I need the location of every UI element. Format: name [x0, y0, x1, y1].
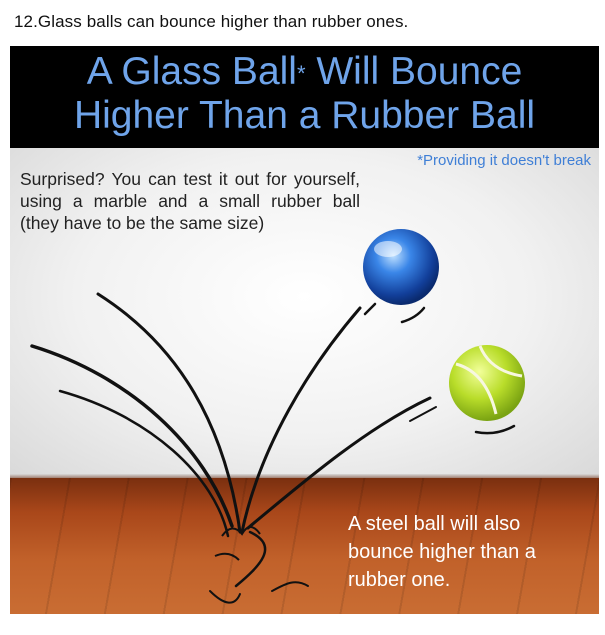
- rubber-ball: [409, 345, 525, 435]
- impact-marks: [214, 526, 261, 561]
- poster-image: A Glass Ball* Will Bounce Higher Than a …: [10, 46, 599, 614]
- glass-ball: [363, 229, 439, 324]
- caption: 12.Glass balls can bounce higher than ru…: [14, 12, 409, 31]
- steel-ball-note: A steel ball will also bounce higher tha…: [348, 513, 536, 591]
